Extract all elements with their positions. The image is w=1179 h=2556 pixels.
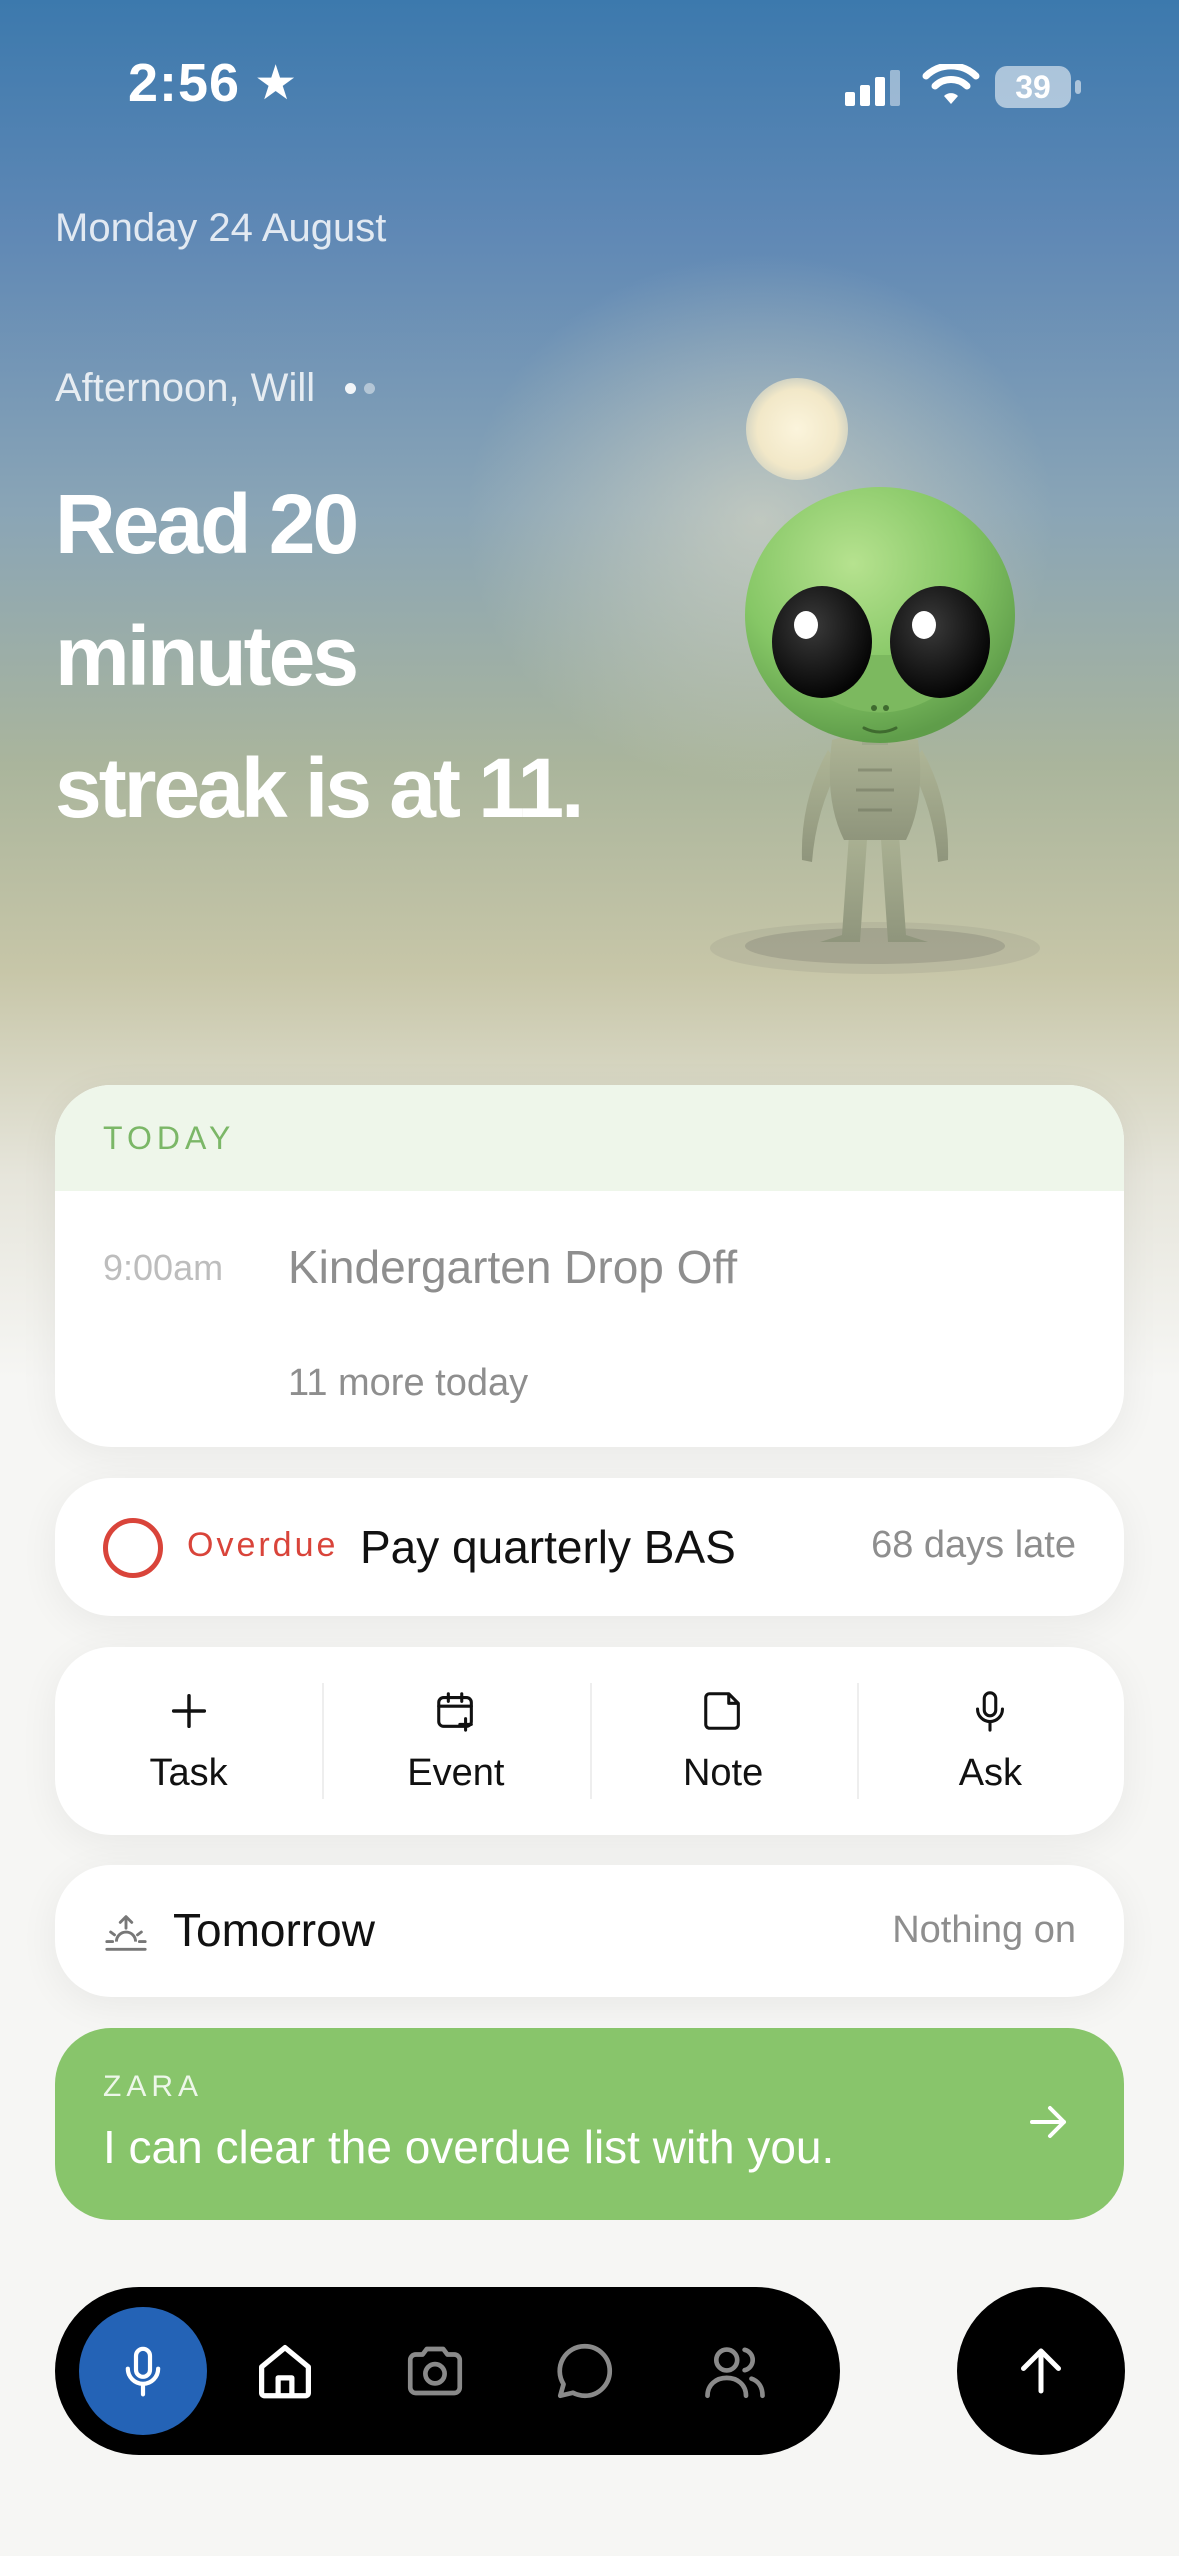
dot-inactive xyxy=(364,383,376,394)
event-label: Event xyxy=(407,1751,505,1794)
nav-home[interactable] xyxy=(245,2331,325,2411)
people-icon xyxy=(705,2347,765,2399)
battery-level: 39 xyxy=(1015,69,1051,105)
task-label: Task xyxy=(149,1751,228,1794)
today-header: TODAY xyxy=(55,1085,1124,1191)
camera-icon xyxy=(407,2346,463,2396)
dot-active xyxy=(345,383,357,394)
headline-line: streak is at 11. xyxy=(55,741,584,835)
event-time: 9:00am xyxy=(103,1247,224,1288)
battery-cap xyxy=(1075,80,1081,94)
event-title[interactable]: Kindergarten Drop Off xyxy=(288,1240,737,1294)
voice-button[interactable] xyxy=(79,2307,207,2435)
bottom-nav xyxy=(55,2287,840,2455)
note-icon xyxy=(704,1691,740,1730)
overdue-badge: Overdue xyxy=(187,1526,339,1564)
overdue-days-late: 68 days late xyxy=(871,1524,1076,1566)
arrow-right-icon xyxy=(1030,2106,1066,2138)
microphone-icon xyxy=(976,1690,1005,1732)
assistant-message: I can clear the overdue list with you. xyxy=(103,2121,835,2173)
star-icon: ★ xyxy=(254,57,299,110)
microphone-icon xyxy=(125,2346,161,2397)
status-bar: 2:56 ★ 39 xyxy=(0,0,1179,160)
date-label: Monday 24 August xyxy=(55,206,387,250)
note-button[interactable]: Note xyxy=(589,1647,857,1835)
ask-label: Ask xyxy=(958,1751,1023,1794)
note-label: Note xyxy=(682,1751,764,1794)
page-title: Read 20 minutes streak is at 11. xyxy=(55,458,715,854)
nav-people[interactable] xyxy=(695,2331,775,2411)
tomorrow-label: Tomorrow xyxy=(173,1904,375,1956)
time-text: 2:56 xyxy=(128,53,241,113)
overdue-task-card[interactable]: Overdue Pay quarterly BAS 68 days late xyxy=(55,1478,1124,1616)
scroll-top-button[interactable] xyxy=(957,2287,1125,2455)
home-icon xyxy=(259,2345,311,2399)
status-time: 2:56 ★ xyxy=(128,52,298,114)
task-checkbox[interactable] xyxy=(103,1518,163,1578)
more-today-link[interactable]: 11 more today xyxy=(288,1362,528,1405)
greeting: Afternoon, Will xyxy=(55,366,376,411)
plus-icon xyxy=(171,1693,206,1728)
signal-icon xyxy=(845,70,900,106)
chat-icon xyxy=(557,2343,613,2399)
ask-button[interactable]: Ask xyxy=(856,1647,1124,1835)
tomorrow-status: Nothing on xyxy=(892,1909,1076,1951)
today-label: TODAY xyxy=(103,1119,236,1156)
zara-suggestion-card[interactable]: ZARA I can clear the overdue list with y… xyxy=(55,2028,1124,2220)
assistant-name: ZARA xyxy=(103,2070,204,2103)
sunrise-icon xyxy=(105,1915,147,1951)
headline-line: Read 20 xyxy=(55,477,359,571)
headline-line: minutes xyxy=(55,609,359,703)
alien-mascot[interactable] xyxy=(700,480,1060,1000)
page-dots[interactable] xyxy=(345,383,376,394)
quick-actions: Task Event Note Ask xyxy=(55,1647,1124,1835)
sun-icon xyxy=(746,378,848,480)
greeting-text: Afternoon, Will xyxy=(55,366,316,410)
battery-icon: 39 xyxy=(995,66,1081,108)
overdue-task-title: Pay quarterly BAS xyxy=(360,1521,736,1573)
nav-camera[interactable] xyxy=(395,2331,475,2411)
task-button[interactable]: Task xyxy=(55,1647,322,1835)
nav-chat[interactable] xyxy=(545,2331,625,2411)
event-button[interactable]: Event xyxy=(322,1647,589,1835)
calendar-plus-icon xyxy=(437,1691,473,1732)
tomorrow-card[interactable]: Tomorrow Nothing on xyxy=(55,1865,1124,1997)
arrow-up-icon xyxy=(1021,2348,1061,2394)
wifi-icon xyxy=(922,64,980,104)
